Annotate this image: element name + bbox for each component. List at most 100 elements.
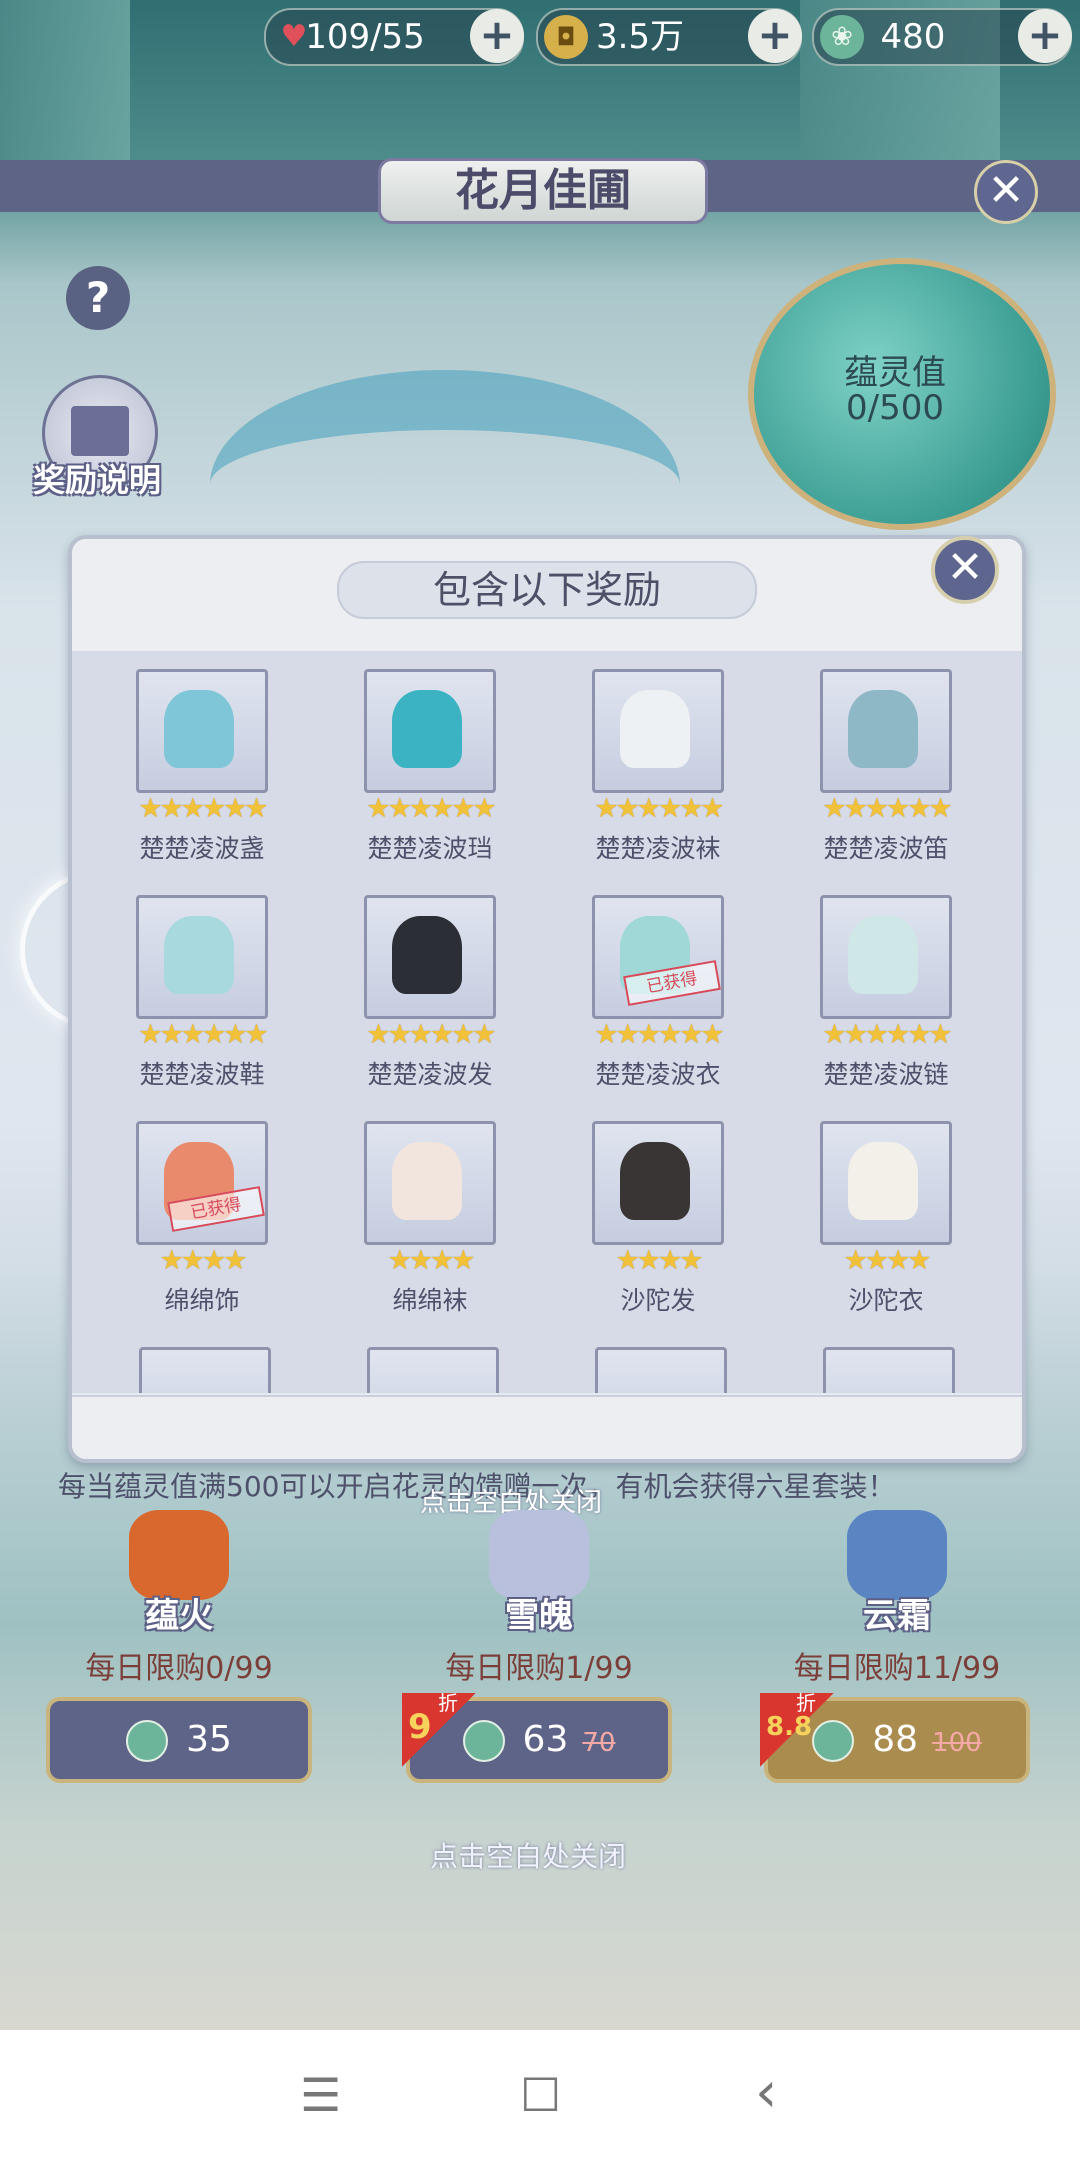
price: 88 [872,1719,919,1760]
star-rating: ★★★★★★ [822,793,952,824]
star-rating: ★★★★★★ [594,1019,724,1050]
shop-item: 雪魄 每日限购1/99 9折 63 70 [384,1510,694,1783]
shop-item-name: 雪魄 [505,1596,573,1636]
star-rating: ★★★★★★ [822,1019,952,1050]
jade-value: 480 [880,17,946,57]
coin-value: 3.5万 [595,17,685,57]
heart-value: 109/55 [305,17,425,57]
star-rating: ★★★★★★ [366,793,496,824]
reward-item[interactable]: 已获得 ★★★★ 绵绵饰 [88,1121,316,1317]
original-price: 70 [582,1728,616,1758]
buy-button[interactable]: 9折 63 70 [402,1691,672,1783]
add-heart-button[interactable]: + [470,9,524,63]
reward-item-thumbnail [592,1121,724,1245]
price: 35 [186,1719,232,1760]
reward-item-thumbnail [364,895,496,1019]
reward-item-name: 楚楚凌波链 [823,1060,949,1089]
reward-item-thumbnail [136,669,268,793]
reward-item[interactable]: ★★★★★★ 楚楚凌波链 [772,895,1000,1091]
reward-item[interactable]: ★★★★★★ 楚楚凌波盏 [88,669,316,865]
reward-item[interactable]: ★★★★★★ 楚楚凌波发 [316,895,544,1091]
reward-item-thumbnail[interactable] [823,1347,955,1393]
buy-button[interactable]: 35 [46,1697,312,1783]
reward-item-name: 沙陀衣 [848,1286,924,1315]
reward-item-thumbnail [820,669,952,793]
star-rating: ★★★★ [387,1245,476,1276]
reward-item-name: 楚楚凌波袜 [595,834,721,863]
reward-item-thumbnail[interactable] [139,1347,271,1393]
buy-button[interactable]: 8.8 折 88 100 [760,1691,1030,1783]
reward-item-thumbnail [820,895,952,1019]
star-rating: ★★★★ [843,1245,932,1276]
reward-item-thumbnail [820,1121,952,1245]
close-icon[interactable]: ✕ [974,160,1038,224]
reward-item[interactable]: ★★★★★★ 楚楚凌波珰 [316,669,544,865]
fire-item-icon [129,1510,229,1600]
reward-item-thumbnail [592,669,724,793]
reward-item-thumbnail[interactable] [595,1347,727,1393]
reward-item-thumbnail: 已获得 [592,895,724,1019]
close-hint[interactable]: 点击空白处关闭 [430,1835,626,1875]
close-modal-icon[interactable]: ✕ [931,536,999,604]
reward-item[interactable]: ★★★★★★ 楚楚凌波笛 [772,669,1000,865]
reward-item[interactable]: ★★★★ 绵绵袜 [316,1121,544,1317]
reward-item-thumbnail [364,669,496,793]
system-nav-bar: ☰ ☐ ‹ [0,2030,1080,2160]
modal-footer [72,1395,1022,1459]
reward-item-name: 沙陀发 [620,1286,696,1315]
snow-item-icon [489,1510,589,1600]
price: 63 [522,1719,569,1760]
star-rating: ★★★★★★ [366,1019,496,1050]
jade-resource: ❀ 480 + [812,8,1072,66]
reward-item[interactable]: ★★★★★★ 楚楚凌波袜 [544,669,772,865]
reward-item-thumbnail [136,895,268,1019]
discount-badge: 9折 [402,1691,476,1767]
star-rating: ★★★★★★ [138,1019,268,1050]
modal-header: 包含以下奖励 [72,539,1022,651]
heart-resource: ♥ 109/55 + [264,8,524,66]
jade-icon [126,1720,169,1762]
shop-item-limit: 每日限购11/99 [793,1651,1001,1686]
reward-item-name: 楚楚凌波笛 [823,834,949,863]
shop-item-name: 云霜 [863,1596,931,1636]
shop-item: 蕴火 每日限购0/99 35 [24,1510,334,1783]
reward-modal: 包含以下奖励 ★★★★★★ 楚楚凌波盏 ★★★★★★ 楚楚凌波珰 ★★★★★★ 楚楚凌波袜… [68,535,1026,1463]
star-rating: ★★★★ [615,1245,704,1276]
star-rating: ★★★★ [159,1245,248,1276]
reward-item-name: 绵绵袜 [392,1286,468,1315]
discount-badge: 8.8 折 [760,1691,834,1767]
shop-item-limit: 每日限购1/99 [445,1651,633,1686]
shop-item: 云霜 每日限购11/99 8.8 折 88 100 [742,1510,1052,1783]
back-icon[interactable]: ‹ [755,2060,777,2125]
reward-item[interactable]: 已获得 ★★★★★★ 楚楚凌波衣 [544,895,772,1091]
reward-item[interactable]: ★★★★★★ 楚楚凌波鞋 [88,895,316,1091]
resource-bar: ♥ 109/55 + ◘ 3.5万 + ❀ 480 + [0,0,1080,70]
reward-item[interactable]: ★★★★ 沙陀衣 [772,1121,1000,1317]
reward-grid[interactable]: ★★★★★★ 楚楚凌波盏 ★★★★★★ 楚楚凌波珰 ★★★★★★ 楚楚凌波袜 ★★★★★★ 楚… [72,651,1022,1393]
reward-item-name: 楚楚凌波珰 [367,834,493,863]
reward-info-label[interactable]: 奖励说明 [22,455,172,501]
original-price: 100 [932,1728,982,1758]
shop-item-limit: 每日限购0/99 [85,1651,273,1686]
menu-icon[interactable]: ☰ [300,2068,341,2122]
reward-item-thumbnail: 已获得 [136,1121,268,1245]
reward-item-thumbnail[interactable] [367,1347,499,1393]
reward-item-thumbnail [364,1121,496,1245]
add-jade-button[interactable]: + [1018,9,1072,63]
shop-item-name: 蕴火 [145,1596,213,1636]
page-title: 花月佳圃 [378,158,708,224]
star-rating: ★★★★★★ [594,793,724,824]
reward-item-name: 楚楚凌波鞋 [139,1060,265,1089]
reward-item-name: 楚楚凌波盏 [139,834,265,863]
star-rating: ★★★★★★ [138,793,268,824]
help-button[interactable]: ? [66,266,130,330]
add-coin-button[interactable]: + [748,9,802,63]
home-icon[interactable]: ☐ [520,2068,561,2122]
coin-resource: ◘ 3.5万 + [536,8,802,66]
spirit-gauge-label: 蕴灵值 [844,353,946,393]
spirit-gauge-value: 0/500 [846,388,944,428]
modal-title: 包含以下奖励 [337,561,757,619]
cloud-item-icon [847,1510,947,1600]
reward-item[interactable]: ★★★★ 沙陀发 [544,1121,772,1317]
reward-item-name: 楚楚凌波发 [367,1060,493,1089]
